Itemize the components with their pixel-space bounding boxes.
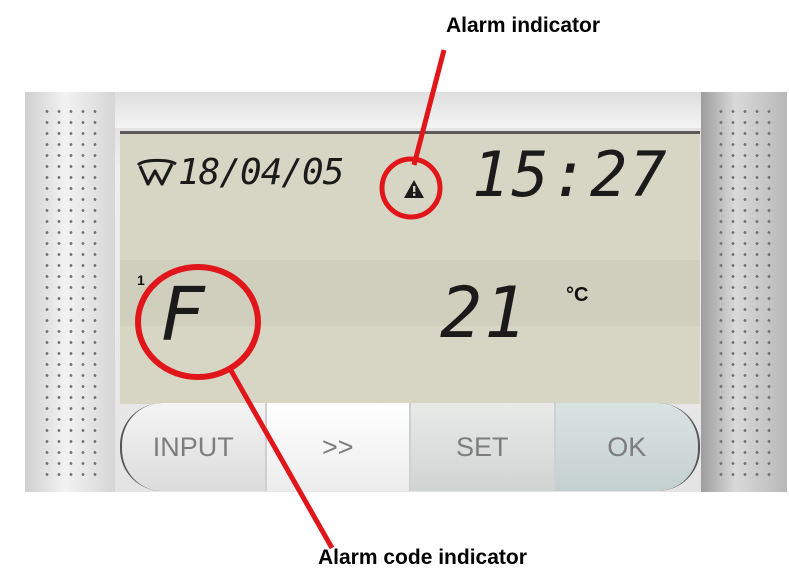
annotation-overlay <box>135 49 447 550</box>
alarm-code-leader-line <box>226 365 335 550</box>
alarm-indicator-circle <box>379 156 443 220</box>
alarm-code-circle <box>135 264 261 380</box>
alarm-indicator-leader-line <box>411 49 447 166</box>
